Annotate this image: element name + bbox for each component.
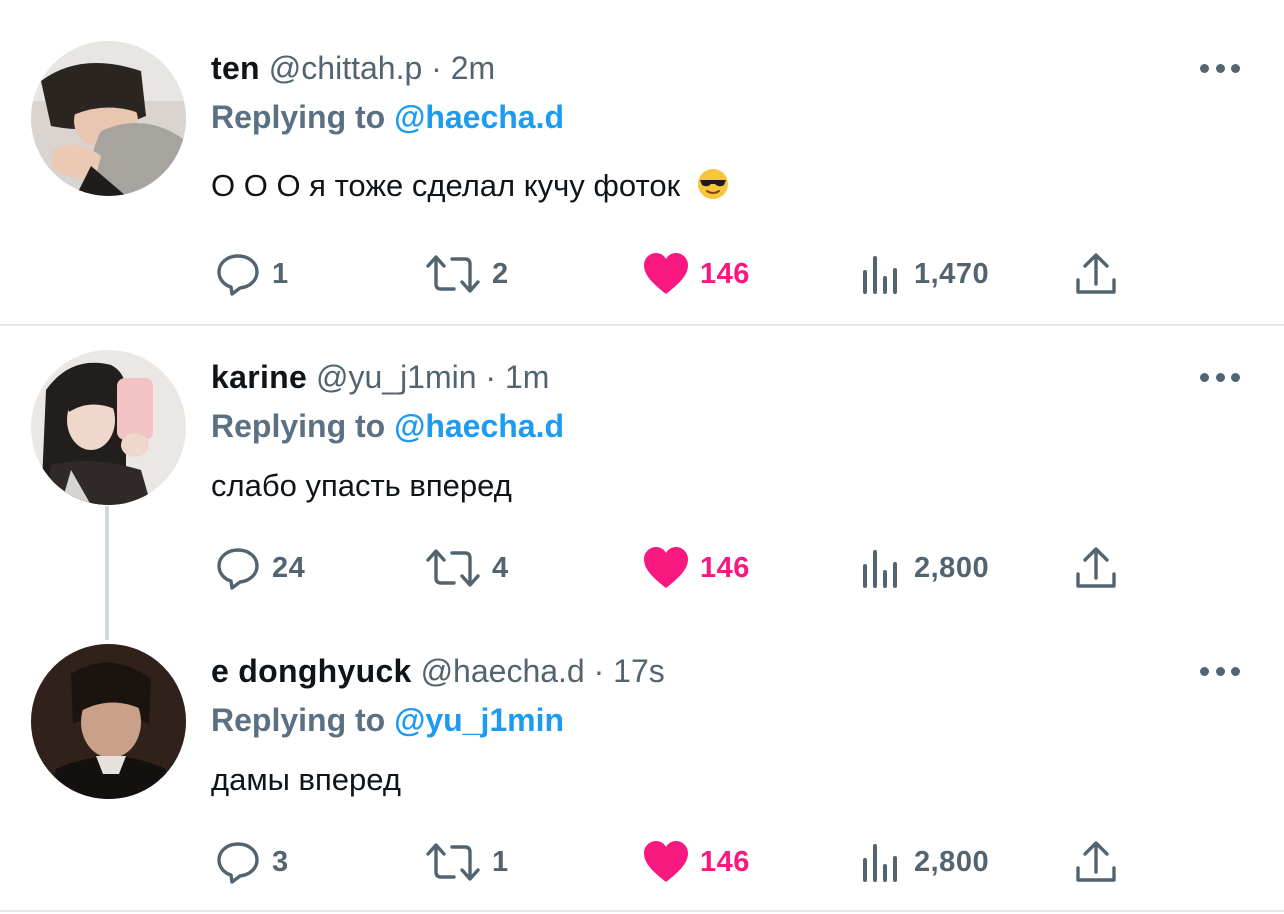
retweet-icon bbox=[426, 549, 480, 587]
like-button[interactable]: 146 bbox=[642, 249, 750, 299]
tweet-divider bbox=[0, 910, 1284, 912]
user-handle[interactable]: @yu_j1min bbox=[316, 359, 477, 395]
tweet-text: О О О я тоже сделал кучу фоток bbox=[211, 166, 729, 206]
tweet-text-content: дамы вперед bbox=[211, 762, 401, 797]
tweet-actions: 1 2 146 1,470 bbox=[0, 249, 1284, 299]
more-icon-dot bbox=[1231, 63, 1240, 73]
tweet-header: ten @chittah.p · 2m bbox=[211, 48, 495, 88]
more-icon-dot bbox=[1231, 666, 1240, 676]
share-icon bbox=[1076, 547, 1116, 588]
user-handle[interactable]: @haecha.d bbox=[421, 653, 585, 689]
views-count: 2,800 bbox=[914, 845, 990, 878]
separator: · bbox=[485, 359, 497, 395]
replying-to: Replying to @haecha.d bbox=[211, 97, 564, 137]
reply-icon bbox=[217, 548, 259, 590]
more-icon-dot bbox=[1231, 372, 1240, 382]
more-icon-dot bbox=[1200, 666, 1209, 676]
tweet-text: слабо упасть вперед bbox=[211, 466, 512, 506]
display-name[interactable]: e donghyuck bbox=[211, 653, 412, 689]
tweet-actions: 3 1 146 2,800 bbox=[0, 837, 1284, 887]
views-count: 2,800 bbox=[914, 551, 990, 584]
timestamp[interactable]: 2m bbox=[451, 50, 495, 86]
more-options-button[interactable] bbox=[1200, 60, 1240, 76]
share-icon bbox=[1076, 253, 1116, 294]
retweet-icon bbox=[426, 843, 480, 881]
avatar[interactable] bbox=[31, 644, 186, 799]
heart-filled-icon bbox=[644, 547, 688, 588]
heart-filled-icon bbox=[644, 253, 688, 294]
views-count: 1,470 bbox=[914, 257, 990, 290]
tweet[interactable]: karine @yu_j1min · 1m Replying to @haech… bbox=[0, 326, 1284, 626]
display-name[interactable]: ten bbox=[211, 50, 260, 86]
more-icon-dot bbox=[1215, 63, 1225, 73]
tweet[interactable]: ten @chittah.p · 2m Replying to @haecha.… bbox=[0, 0, 1284, 324]
replying-to-label: Replying to bbox=[211, 99, 386, 135]
more-options-button[interactable] bbox=[1200, 663, 1240, 679]
timestamp[interactable]: 1m bbox=[505, 359, 549, 395]
tweet-text-content: слабо упасть вперед bbox=[211, 468, 512, 503]
retweet-button[interactable]: 1 bbox=[424, 837, 509, 887]
tweet-header: karine @yu_j1min · 1m bbox=[211, 357, 549, 397]
reply-count: 1 bbox=[272, 257, 289, 290]
like-count: 146 bbox=[700, 551, 750, 584]
like-button[interactable]: 146 bbox=[642, 543, 750, 593]
share-button[interactable] bbox=[1074, 249, 1118, 299]
sunglasses-emoji-icon bbox=[697, 169, 728, 199]
tweet-actions: 24 4 146 2,800 bbox=[0, 543, 1284, 593]
replying-to-handle[interactable]: @yu_j1min bbox=[394, 702, 564, 738]
retweet-count: 1 bbox=[492, 845, 509, 878]
retweet-count: 2 bbox=[492, 257, 509, 290]
replying-to-handle[interactable]: @haecha.d bbox=[394, 99, 564, 135]
reply-count: 3 bbox=[272, 845, 289, 878]
like-button[interactable]: 146 bbox=[642, 837, 750, 887]
reply-count: 24 bbox=[272, 551, 306, 584]
like-count: 146 bbox=[700, 257, 750, 290]
reply-button[interactable]: 24 bbox=[214, 543, 305, 593]
avatar[interactable] bbox=[31, 350, 186, 505]
reply-thread: ten @chittah.p · 2m Replying to @haecha.… bbox=[0, 0, 1284, 914]
share-button[interactable] bbox=[1074, 837, 1118, 887]
views-icon bbox=[863, 550, 897, 588]
reply-icon bbox=[217, 254, 259, 296]
replying-to-handle[interactable]: @haecha.d bbox=[394, 408, 564, 444]
reply-icon bbox=[217, 842, 259, 884]
reply-button[interactable]: 3 bbox=[214, 837, 289, 887]
avatar[interactable] bbox=[31, 41, 186, 196]
replying-to-label: Replying to bbox=[211, 702, 386, 738]
more-icon-dot bbox=[1215, 372, 1225, 382]
tweet-text: дамы вперед bbox=[211, 760, 401, 800]
views-button[interactable]: 1,470 bbox=[860, 249, 989, 299]
replying-to: Replying to @haecha.d bbox=[211, 406, 564, 446]
share-button[interactable] bbox=[1074, 543, 1118, 593]
like-count: 146 bbox=[700, 845, 750, 878]
tweet-text-content: О О О я тоже сделал кучу фоток bbox=[211, 168, 681, 203]
heart-filled-icon bbox=[644, 841, 688, 882]
views-button[interactable]: 2,800 bbox=[860, 837, 989, 887]
retweet-button[interactable]: 2 bbox=[424, 249, 509, 299]
replying-to: Replying to @yu_j1min bbox=[211, 700, 564, 740]
timestamp[interactable]: 17s bbox=[613, 653, 665, 689]
separator: · bbox=[431, 50, 442, 86]
more-icon-dot bbox=[1200, 63, 1209, 73]
user-handle[interactable]: @chittah.p bbox=[269, 50, 422, 86]
display-name[interactable]: karine bbox=[211, 359, 307, 395]
tweet-header: e donghyuck @haecha.d · 17s bbox=[211, 651, 665, 691]
separator: · bbox=[593, 653, 605, 689]
share-icon bbox=[1076, 841, 1116, 882]
more-icon-dot bbox=[1215, 666, 1225, 676]
views-icon bbox=[863, 844, 897, 882]
views-button[interactable]: 2,800 bbox=[860, 543, 989, 593]
reply-button[interactable]: 1 bbox=[214, 249, 289, 299]
retweet-button[interactable]: 4 bbox=[424, 543, 509, 593]
tweet[interactable]: e donghyuck @haecha.d · 17s Replying to … bbox=[0, 626, 1284, 914]
more-options-button[interactable] bbox=[1200, 369, 1240, 385]
more-icon-dot bbox=[1200, 372, 1209, 382]
retweet-icon bbox=[426, 255, 480, 293]
replying-to-label: Replying to bbox=[211, 408, 386, 444]
views-icon bbox=[863, 256, 897, 294]
retweet-count: 4 bbox=[492, 551, 509, 584]
